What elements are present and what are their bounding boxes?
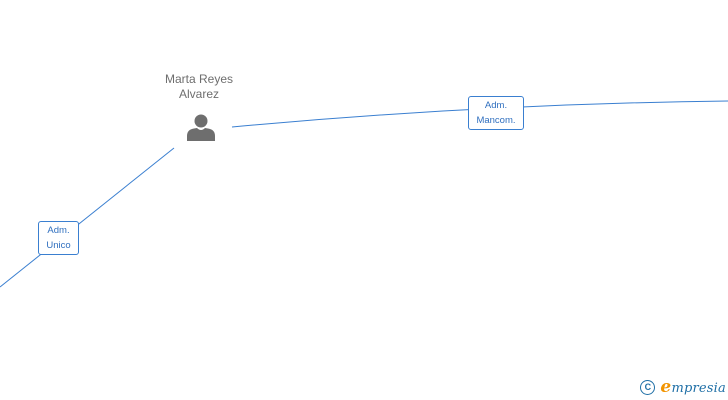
role-mancom-line2: Mancom.	[476, 115, 516, 126]
relationship-graph: Marta Reyes Alvarez Adm. Mancom. Adm. Un…	[0, 0, 728, 400]
person-icon[interactable]	[185, 112, 217, 144]
role-unico-line1: Adm.	[47, 225, 70, 236]
person-name-label[interactable]: Marta Reyes Alvarez	[148, 72, 250, 102]
edge-to-unico-company	[0, 147, 175, 288]
person-name-line2: Alvarez	[178, 87, 219, 101]
role-badge-adm-mancom[interactable]: Adm. Mancom.	[468, 96, 524, 130]
role-unico-line2: Unico	[46, 240, 71, 251]
brand-wordmark: empresia	[660, 377, 726, 397]
person-name-line1: Marta Reyes	[164, 72, 234, 86]
brand-rest: mpresia	[671, 381, 726, 396]
edges-layer	[0, 100, 728, 288]
empresia-logo: C empresia	[640, 377, 726, 397]
copyright-icon: C	[640, 379, 656, 395]
role-badge-adm-unico[interactable]: Adm. Unico	[38, 221, 79, 255]
brand-initial: e	[660, 377, 672, 397]
role-mancom-line1: Adm.	[484, 100, 508, 111]
